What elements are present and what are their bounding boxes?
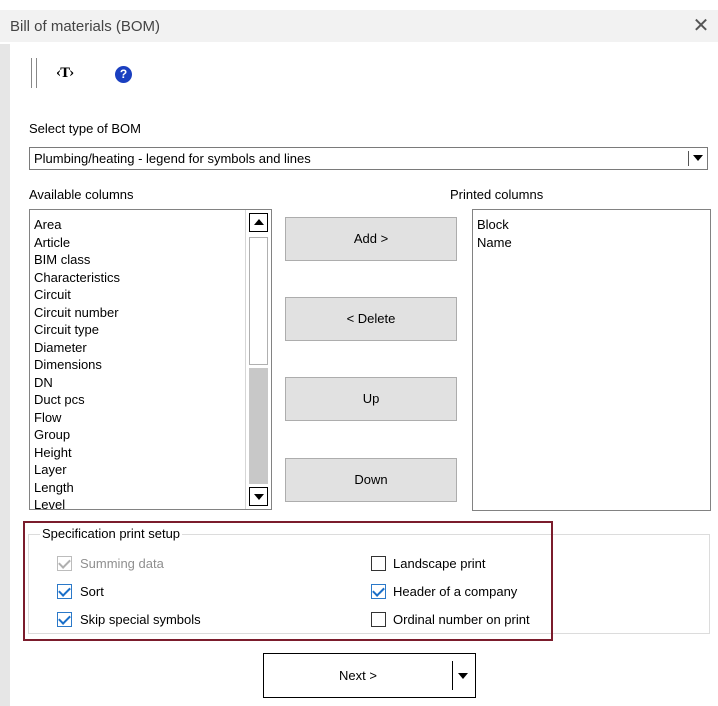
window-edge	[0, 44, 10, 706]
next-button-label[interactable]: Next >	[264, 654, 452, 697]
printed-columns-items: Block Name	[477, 216, 512, 251]
help-icon[interactable]: ?	[115, 66, 132, 83]
bom-type-select[interactable]: Plumbing/heating - legend for symbols an…	[29, 147, 708, 170]
add-button[interactable]: Add >	[285, 217, 457, 261]
list-item[interactable]: Block	[477, 216, 512, 234]
list-item[interactable]: Characteristics	[34, 269, 244, 287]
list-item[interactable]: Diameter	[34, 339, 244, 357]
close-icon[interactable]: ✕	[688, 14, 714, 38]
scrollbar[interactable]	[245, 210, 271, 509]
list-item[interactable]: Group	[34, 426, 244, 444]
split-separator	[452, 661, 453, 690]
text-tool-icon[interactable]: ‹T›	[56, 66, 74, 81]
header-of-a-company-checkbox[interactable]	[371, 584, 386, 599]
printed-columns-list[interactable]: Block Name	[472, 209, 711, 511]
ordinal-number-on-print-checkbox[interactable]	[371, 612, 386, 627]
arrow-down-icon	[254, 494, 264, 500]
title-bar: Bill of materials (BOM) ✕	[0, 10, 718, 42]
chevron-down-icon[interactable]	[693, 155, 703, 161]
list-item[interactable]: Layer	[34, 461, 244, 479]
printed-columns-label: Printed columns	[450, 187, 544, 202]
available-columns-items: Area Article BIM class Characteristics Circu…	[34, 216, 244, 509]
down-button[interactable]: Down	[285, 458, 457, 502]
available-columns-label: Available columns	[29, 187, 134, 202]
available-columns-list[interactable]: Area Article BIM class Characteristics Circu…	[29, 209, 272, 510]
list-item[interactable]: Length	[34, 479, 244, 497]
list-item[interactable]: Circuit	[34, 286, 244, 304]
check-icon	[58, 584, 71, 597]
next-button[interactable]: Next >	[263, 653, 476, 698]
sort-label[interactable]: Sort	[80, 584, 104, 599]
landscape-print-checkbox[interactable]	[371, 556, 386, 571]
list-item[interactable]: Circuit number	[34, 304, 244, 322]
list-item[interactable]: Area	[34, 216, 244, 234]
list-item[interactable]: Article	[34, 234, 244, 252]
summing-data-label: Summing data	[80, 556, 164, 571]
scroll-up-button[interactable]	[249, 213, 268, 232]
ordinal-number-on-print-label[interactable]: Ordinal number on print	[393, 612, 530, 627]
scroll-track[interactable]	[249, 368, 268, 484]
bom-type-label: Select type of BOM	[29, 121, 141, 136]
scroll-thumb[interactable]	[249, 237, 268, 365]
bom-dialog: Bill of materials (BOM) ✕ ‹T› ? Select t…	[0, 0, 718, 706]
window-title: Bill of materials (BOM)	[10, 18, 161, 35]
toolbar-grip[interactable]	[31, 58, 37, 88]
list-item[interactable]: DN	[34, 374, 244, 392]
list-item[interactable]: Circuit type	[34, 321, 244, 339]
check-icon	[58, 556, 71, 569]
list-item[interactable]: Duct pcs	[34, 391, 244, 409]
header-of-a-company-label[interactable]: Header of a company	[393, 584, 517, 599]
arrow-up-icon	[254, 219, 264, 225]
skip-special-symbols-label[interactable]: Skip special symbols	[80, 612, 201, 627]
list-item[interactable]: Name	[477, 234, 512, 252]
combo-separator	[688, 151, 689, 166]
skip-special-symbols-checkbox[interactable]	[57, 612, 72, 627]
sort-checkbox[interactable]	[57, 584, 72, 599]
list-item[interactable]: Flow	[34, 409, 244, 427]
bom-type-value: Plumbing/heating - legend for symbols an…	[34, 151, 311, 166]
list-item[interactable]: Dimensions	[34, 356, 244, 374]
summing-data-checkbox	[57, 556, 72, 571]
check-icon	[372, 584, 385, 597]
check-icon	[58, 612, 71, 625]
delete-button[interactable]: < Delete	[285, 297, 457, 341]
landscape-print-label[interactable]: Landscape print	[393, 556, 486, 571]
print-setup-label: Specification print setup	[40, 526, 183, 541]
scroll-down-button[interactable]	[249, 487, 268, 506]
chevron-down-icon[interactable]	[458, 673, 468, 679]
up-button[interactable]: Up	[285, 377, 457, 421]
list-item[interactable]: Level	[34, 496, 244, 509]
list-item[interactable]: Height	[34, 444, 244, 462]
list-item[interactable]: BIM class	[34, 251, 244, 269]
